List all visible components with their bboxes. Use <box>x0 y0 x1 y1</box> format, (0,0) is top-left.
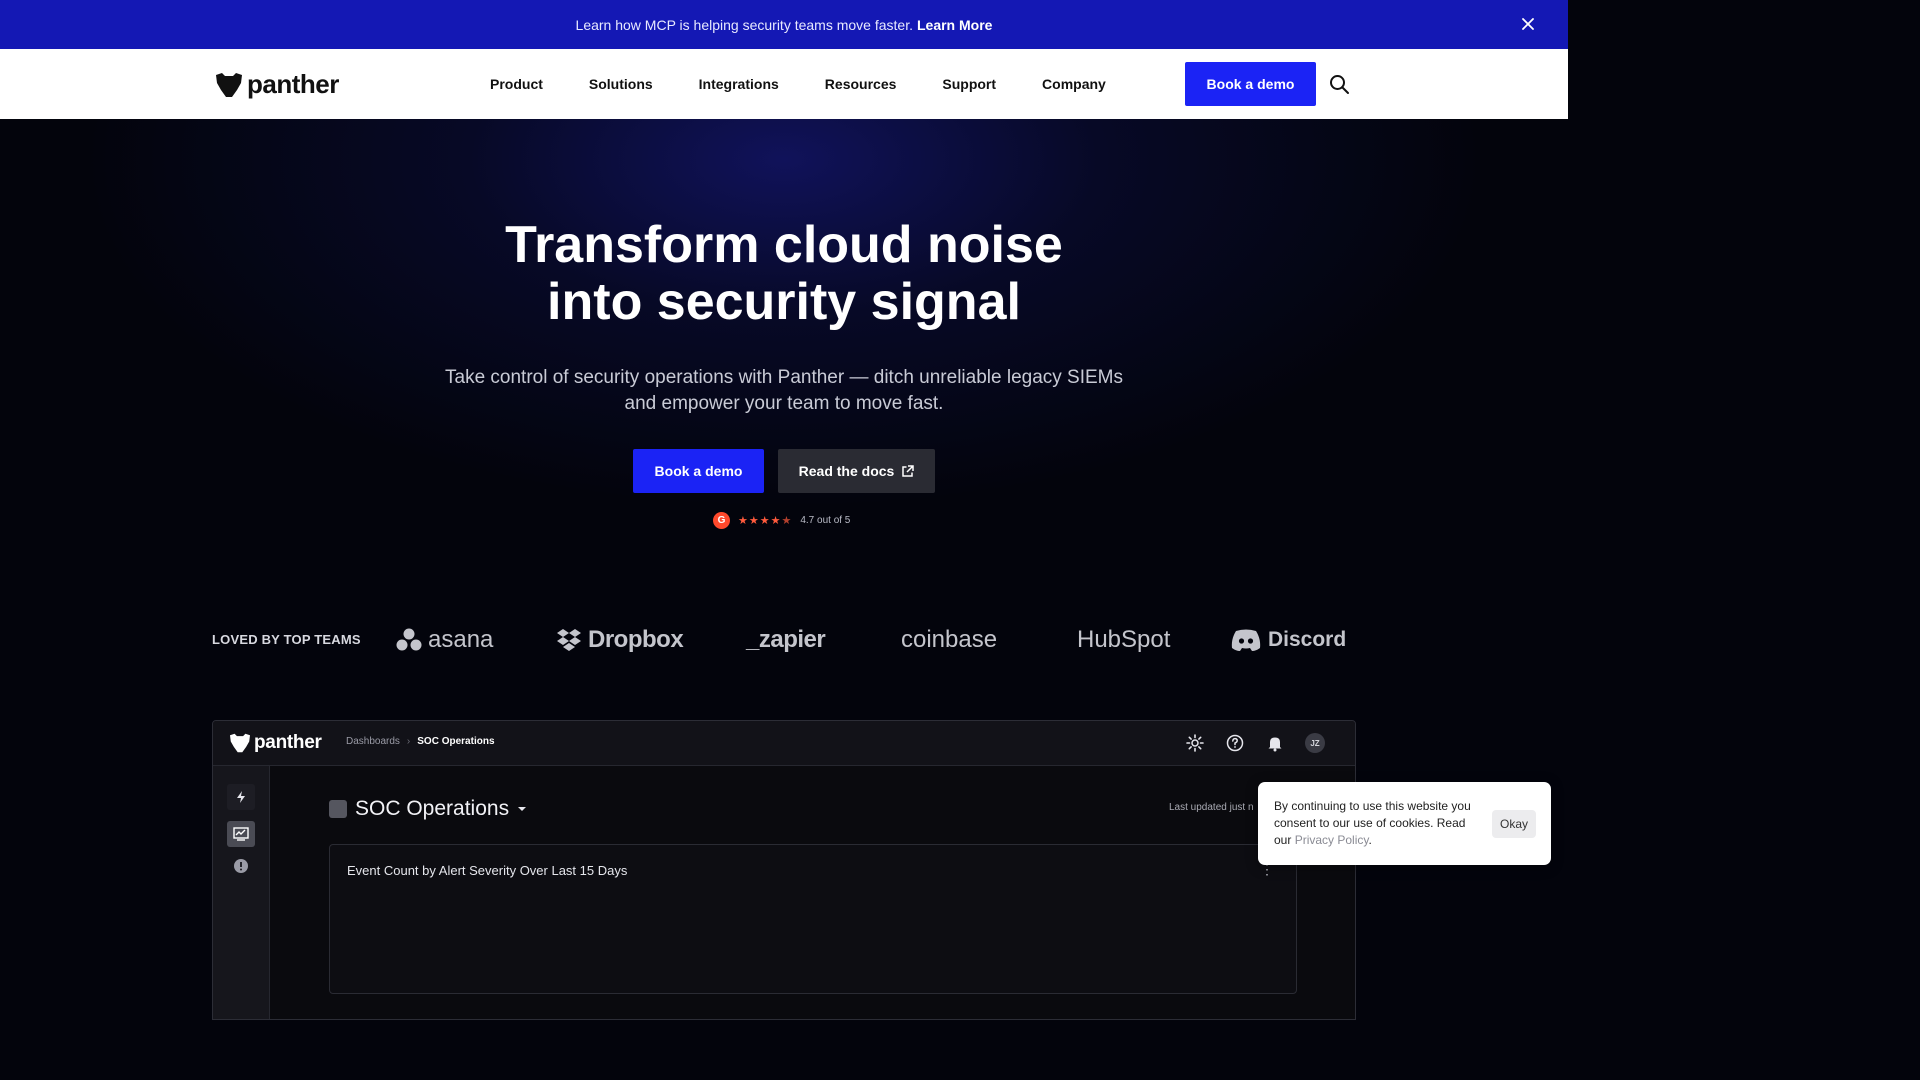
app-topbar: panther Dashboards › SOC Operations JZ <box>213 721 1355 766</box>
dashboard-icon <box>233 827 249 841</box>
cookie-message: By continuing to use this website you co… <box>1274 798 1484 849</box>
hero-title: Transform cloud noise into security sign… <box>0 217 1568 331</box>
discord-controller-icon <box>1231 629 1261 651</box>
g2-logo-icon: G <box>713 512 730 529</box>
asana-wordmark: asana <box>428 626 494 653</box>
zapier-logo: _zapier <box>746 622 826 658</box>
cookie-period: . <box>1368 833 1372 847</box>
avatar[interactable]: JZ <box>1305 733 1325 753</box>
app-logo-text: panther <box>254 732 322 753</box>
learn-more-link[interactable]: Learn More <box>917 17 992 33</box>
panther-head-icon <box>216 72 242 97</box>
panther-logo[interactable]: panther <box>215 69 339 100</box>
hero-subtitle: Take control of security operations with… <box>0 365 1568 417</box>
chart-panel: Event Count by Alert Severity Over Last … <box>329 844 1297 994</box>
help-icon[interactable] <box>1225 733 1245 753</box>
nav-links: Product Solutions Integrations Resources… <box>490 49 1152 119</box>
asana-logo: asana <box>396 622 493 658</box>
privacy-policy-link[interactable]: Privacy Policy <box>1295 833 1369 847</box>
hero-title-line-2: into security signal <box>547 273 1021 331</box>
dashboard-selector[interactable]: SOC Operations <box>329 797 527 821</box>
discord-logo: Discord <box>1230 622 1346 658</box>
hubspot-logo: HubSpot <box>1077 622 1170 658</box>
last-updated-text: Last updated just n <box>1169 802 1254 813</box>
app-toolbar-icons: JZ <box>1185 733 1325 753</box>
rating-text: 4.7 out of 5 <box>800 515 851 526</box>
rating-stars-icon: ★★★★★ <box>738 515 793 527</box>
nav-resources[interactable]: Resources <box>825 76 897 92</box>
asana-dots-icon <box>396 628 422 651</box>
dropbox-box-icon <box>557 629 581 651</box>
close-icon[interactable] <box>1518 14 1538 34</box>
nav-product[interactable]: Product <box>490 76 543 92</box>
read-docs-label: Read the docs <box>798 463 895 479</box>
sidebar-item-activity[interactable] <box>227 784 255 810</box>
nav-company[interactable]: Company <box>1042 76 1106 92</box>
hero-subtitle-line-2: and empower your team to move fast. <box>624 393 944 414</box>
app-logo: panther <box>229 732 322 754</box>
nav-book-demo-button[interactable]: Book a demo <box>1185 62 1316 106</box>
nav-support[interactable]: Support <box>942 76 996 92</box>
app-preview: panther Dashboards › SOC Operations JZ S… <box>212 720 1356 1020</box>
hero-subtitle-line-1: Take control of security operations with… <box>445 367 1123 388</box>
lightning-icon <box>237 791 245 803</box>
sidebar-item-alerts[interactable] <box>227 853 255 879</box>
hubspot-wordmark: HubSpot <box>1077 626 1171 653</box>
discord-wordmark: Discord <box>1268 628 1347 651</box>
external-link-icon <box>902 464 915 477</box>
breadcrumb-current: SOC Operations <box>417 736 495 747</box>
logo-text: panther <box>247 69 339 99</box>
caret-down-icon <box>518 807 527 811</box>
sidebar-item-dashboards[interactable] <box>227 821 255 847</box>
announcement-text: Learn how MCP is helping security teams … <box>575 16 913 33</box>
zapier-wordmark: _zapier <box>746 626 826 653</box>
app-sidebar <box>213 766 270 1019</box>
loved-by-label: LOVED BY TOP TEAMS <box>212 632 361 647</box>
dashboard-color-swatch <box>329 800 347 818</box>
coinbase-wordmark: coinbase <box>901 626 998 653</box>
nav-solutions[interactable]: Solutions <box>589 76 653 92</box>
hero-section: Transform cloud noise into security sign… <box>0 119 1568 1020</box>
nav-integrations[interactable]: Integrations <box>699 76 779 92</box>
bell-icon[interactable] <box>1265 733 1285 753</box>
panel-title: Event Count by Alert Severity Over Last … <box>347 863 628 878</box>
cookie-okay-button[interactable]: Okay <box>1492 810 1536 838</box>
gear-icon[interactable] <box>1185 733 1205 753</box>
search-icon[interactable] <box>1328 73 1350 95</box>
announcement-bar: Learn how MCP is helping security teams … <box>0 0 1568 49</box>
coinbase-logo: coinbase <box>901 622 997 658</box>
breadcrumb: Dashboards › SOC Operations <box>346 736 495 747</box>
chevron-right-icon: › <box>406 736 411 747</box>
dashboard-title: SOC Operations <box>355 797 510 820</box>
hero-book-demo-button[interactable]: Book a demo <box>633 449 764 493</box>
hero-title-line-1: Transform cloud noise <box>505 216 1063 274</box>
panther-head-icon <box>230 733 250 753</box>
g2-rating: G ★★★★★ 4.7 out of 5 <box>713 512 850 529</box>
alert-icon <box>234 859 248 873</box>
cookie-banner: By continuing to use this website you co… <box>1258 782 1551 865</box>
read-docs-button[interactable]: Read the docs <box>778 449 935 493</box>
main-nav: panther Product Solutions Integrations R… <box>0 49 1568 119</box>
breadcrumb-dashboards[interactable]: Dashboards <box>346 736 400 747</box>
dropbox-logo: Dropbox <box>556 622 684 658</box>
dropbox-wordmark: Dropbox <box>588 626 684 653</box>
